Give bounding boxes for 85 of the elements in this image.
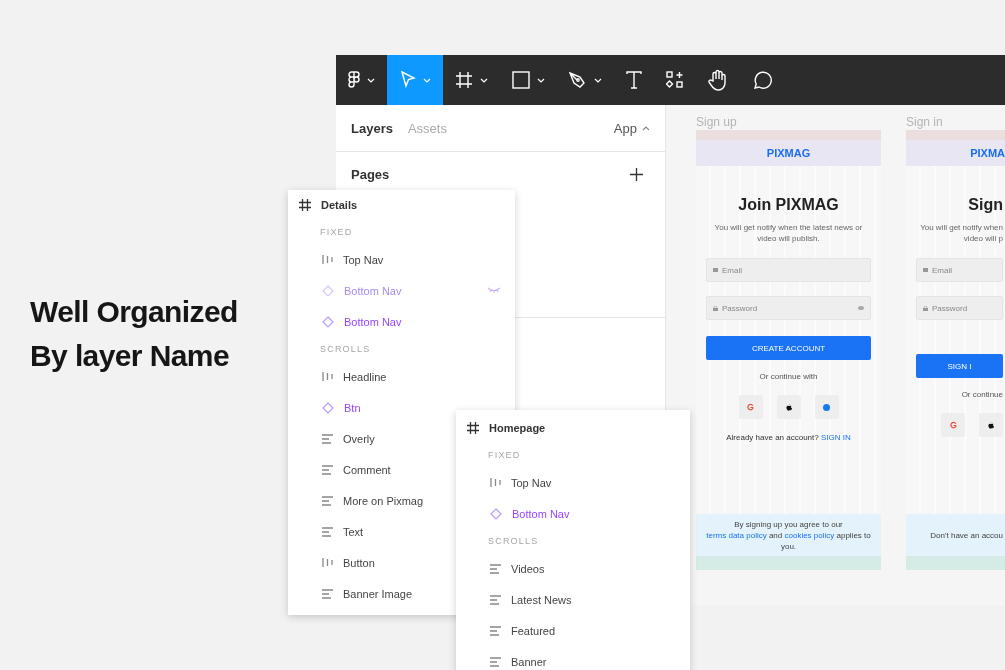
mockup-text: Or continue <box>961 390 1003 399</box>
account-text: Already have an account? SIGN IN <box>726 433 851 442</box>
page-menu[interactable]: App <box>613 120 650 136</box>
apple-icon <box>776 395 801 419</box>
chevron-icon <box>537 77 545 83</box>
pages-heading: Pages <box>351 166 390 182</box>
g-letter-icon <box>941 413 965 437</box>
section-label: SCROLLS <box>487 535 540 548</box>
mail-icon <box>923 268 928 272</box>
text-lines-icon <box>322 464 333 475</box>
layer-row[interactable]: Videos <box>456 553 690 584</box>
password-field: Password <box>706 296 871 320</box>
frame-icon <box>299 199 311 211</box>
autolayout-icon <box>322 254 333 265</box>
text-lines-icon <box>490 656 501 667</box>
rectangle-icon <box>512 71 530 89</box>
eye-icon <box>858 306 864 310</box>
text-lines-icon <box>490 563 501 574</box>
mockup-subtitle: You will get notify when <box>920 222 1003 233</box>
email-field: Email <box>706 258 871 282</box>
frame-label: Sign up <box>696 114 738 130</box>
mockup-title: Join PIXMAG <box>738 196 839 214</box>
text-lines-icon <box>490 594 501 605</box>
add-icon[interactable] <box>630 167 643 181</box>
terms-text: By signing up you agree to our terms data policy and cookies policy applies to you. <box>705 518 872 552</box>
layer-row[interactable]: Banner <box>456 646 690 670</box>
hand-icon <box>708 69 728 91</box>
headline-text: By layer Name <box>30 338 230 374</box>
email-field: Email <box>916 258 1003 282</box>
autolayout-icon <box>322 557 333 568</box>
layer-row[interactable]: Featured <box>456 615 690 646</box>
chevron-icon <box>422 77 431 83</box>
diamond-icon <box>322 284 334 297</box>
g-letter-icon <box>738 395 763 419</box>
layer-row[interactable]: Details <box>288 190 515 220</box>
mockup-subtitle: You will get notify when the latest news or <box>714 222 863 233</box>
layer-row[interactable]: Bottom Nav <box>288 306 515 337</box>
policy-link[interactable]: cookies policy <box>784 530 835 540</box>
frame-icon <box>467 422 479 434</box>
section-label: FIXED <box>319 226 354 239</box>
brand-logo-text: PIXMAG <box>766 147 811 159</box>
comment-icon <box>752 70 772 90</box>
mail-icon <box>713 268 718 272</box>
apple-icon <box>979 413 1003 437</box>
layer-row[interactable]: Top Nav <box>456 467 690 498</box>
text-lines-icon <box>322 433 333 444</box>
frame-icon <box>455 71 473 89</box>
mockup-title: Sign <box>968 196 1003 214</box>
text-lines-icon <box>322 526 333 537</box>
text-lines-icon <box>322 588 333 599</box>
autolayout-icon <box>322 371 333 382</box>
pen-icon <box>569 71 587 89</box>
mockup-subtitle: video will p <box>963 233 1003 244</box>
section-label: FIXED <box>487 449 522 462</box>
text-lines-icon <box>490 625 501 636</box>
mockup-subtitle: video will publish. <box>757 233 820 244</box>
brand-logo-text: PIXMA <box>970 147 1005 159</box>
logo-icon <box>348 71 360 89</box>
chevron-icon <box>594 77 602 83</box>
section-label: SCROLLS <box>319 343 372 356</box>
shapes-icon <box>666 71 684 89</box>
text-tool-icon <box>626 71 642 89</box>
text-lines-icon <box>322 495 333 506</box>
diamond-icon <box>322 401 334 414</box>
cursor-icon <box>399 71 416 89</box>
policy-link[interactable]: terms data policy <box>706 530 767 540</box>
diamond-icon <box>490 507 502 520</box>
lock-icon <box>923 305 928 311</box>
panel-tab[interactable]: Layers <box>351 120 393 136</box>
mockup-text: Or continue with <box>759 372 818 381</box>
sign-in-link[interactable]: SIGN IN <box>820 433 851 442</box>
layer-row[interactable]: Top Nav <box>288 244 515 275</box>
chevron-icon <box>480 77 488 83</box>
layer-row[interactable]: Latest News <box>456 584 690 615</box>
lock-icon <box>713 305 718 311</box>
layer-row[interactable]: Bottom Nav <box>456 498 690 529</box>
layer-row[interactable]: Headline <box>288 361 515 392</box>
autolayout-icon <box>490 477 501 488</box>
chevron-icon <box>367 77 375 83</box>
frame-label: Sign in <box>906 114 944 130</box>
caret-icon <box>642 125 650 131</box>
diamond-icon <box>322 315 334 328</box>
password-field: Password <box>916 296 1003 320</box>
headline-text: Well Organized <box>30 294 238 330</box>
terms-text: Don't have an accou <box>930 529 1003 541</box>
